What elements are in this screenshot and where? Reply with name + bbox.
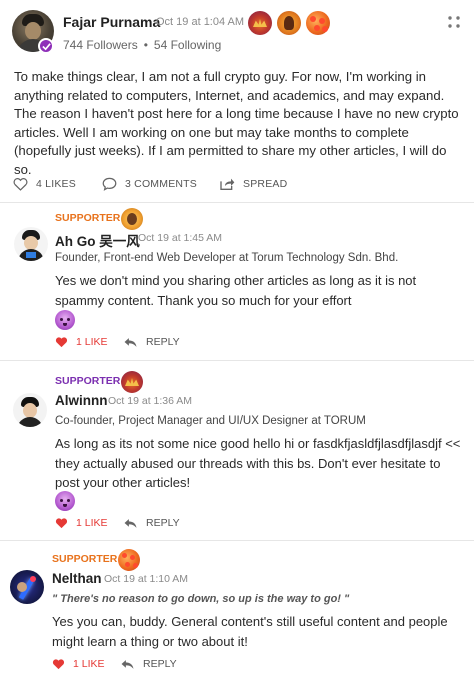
avatar[interactable] [14,227,48,261]
commenter-name[interactable]: Nelthan [52,571,102,586]
spread-label: SPREAD [243,178,288,190]
heart-filled-icon [55,337,68,348]
divider [0,540,474,541]
commenter-title: Co-founder, Project Manager and UI/UX De… [55,415,366,427]
monkey-emblem-icon [277,11,301,35]
spread-button[interactable]: SPREAD [219,177,287,191]
heart-filled-icon [52,659,65,670]
comment-like-button[interactable]: 1 LIKE [55,336,108,348]
user-quote: " There's no reason to go down, so up is… [52,593,350,605]
supporter-label: SUPPORTER [52,553,118,565]
supporter-badge-icon [118,549,140,571]
post-time: Oct 19 at 1:04 AM [156,16,245,28]
comment-count: 3 COMMENTS [125,178,198,190]
reply-arrow-icon [121,659,134,669]
reply-arrow-icon [124,337,137,347]
heart-outline-icon [13,177,28,191]
share-icon [220,178,235,190]
commenter-name[interactable]: Alwinnn [55,393,108,408]
supporter-label: SUPPORTER [55,212,121,224]
supporter-badge-icon [121,371,143,393]
comments-button[interactable]: 3 COMMENTS [102,177,197,191]
comment-bubble-icon [102,177,117,191]
comment-like-button[interactable]: 1 LIKE [55,517,108,529]
comment-text: Yes you can, buddy. General content's st… [52,614,448,649]
following-count[interactable]: 54 Following [154,38,221,52]
post-actions: 4 LIKES 3 COMMENTS SPREAD [0,170,474,200]
more-options-icon[interactable] [446,14,462,30]
dots-emblem-icon [306,11,330,35]
follow-stats: 744 Followers • 54 Following [63,38,221,52]
divider [0,360,474,361]
author-verified-badge-icon [38,38,54,54]
followers-count[interactable]: 744 Followers [63,38,138,52]
crown-emblem-icon [248,11,272,35]
comment-like-button[interactable]: 1 LIKE [52,658,105,670]
comment-reply-button[interactable]: REPLY [121,658,177,670]
comment-like-count: 1 LIKE [73,658,105,670]
stats-separator: • [143,38,148,52]
avatar[interactable] [13,393,47,427]
comment-reply-button[interactable]: REPLY [124,336,180,348]
divider [0,202,474,203]
comment-time: Oct 19 at 1:10 AM [104,573,189,585]
comment-time: Oct 19 at 1:36 AM [108,395,193,407]
comment-item: SUPPORTER Nelthan Oct 19 at 1:10 AM " Th… [0,540,474,675]
comment-like-count: 1 LIKE [76,517,108,529]
comment-like-count: 1 LIKE [76,336,108,348]
comment-item: SUPPORTER Alwinnn Oct 19 at 1:36 AM Co-f… [0,360,474,538]
like-count: 4 LIKES [36,178,76,190]
comment-text: As long as its not some nice good hello … [55,436,461,490]
author-name[interactable]: Fajar Purnama [63,14,160,30]
commenter-title: Founder, Front-end Web Developer at Toru… [55,252,399,264]
comment-time: Oct 19 at 1:45 AM [138,232,223,244]
like-button[interactable]: 4 LIKES [13,177,76,191]
reply-label: REPLY [146,517,180,529]
supporter-label: SUPPORTER [55,375,121,387]
supporter-badge-icon [121,208,143,230]
commenter-name[interactable]: Ah Go 吴一风 [55,230,140,250]
reply-label: REPLY [143,658,177,670]
comment-text: Yes we don't mind you sharing other arti… [55,273,417,308]
post-header: Fajar Purnama Oct 19 at 1:04 AM 744 Foll… [0,0,474,62]
reply-label: REPLY [146,336,180,348]
heart-filled-icon [55,518,68,529]
comment-item: SUPPORTER Ah Go 吴一风 Oct 19 at 1:45 AM Fo… [0,202,474,358]
avatar[interactable] [10,570,44,604]
reply-arrow-icon [124,518,137,528]
reaction-emoji-icon[interactable] [55,310,75,330]
post-body: To make things clear, I am not a full cr… [14,69,459,177]
reaction-emoji-icon[interactable] [55,491,75,511]
comment-reply-button[interactable]: REPLY [124,517,180,529]
